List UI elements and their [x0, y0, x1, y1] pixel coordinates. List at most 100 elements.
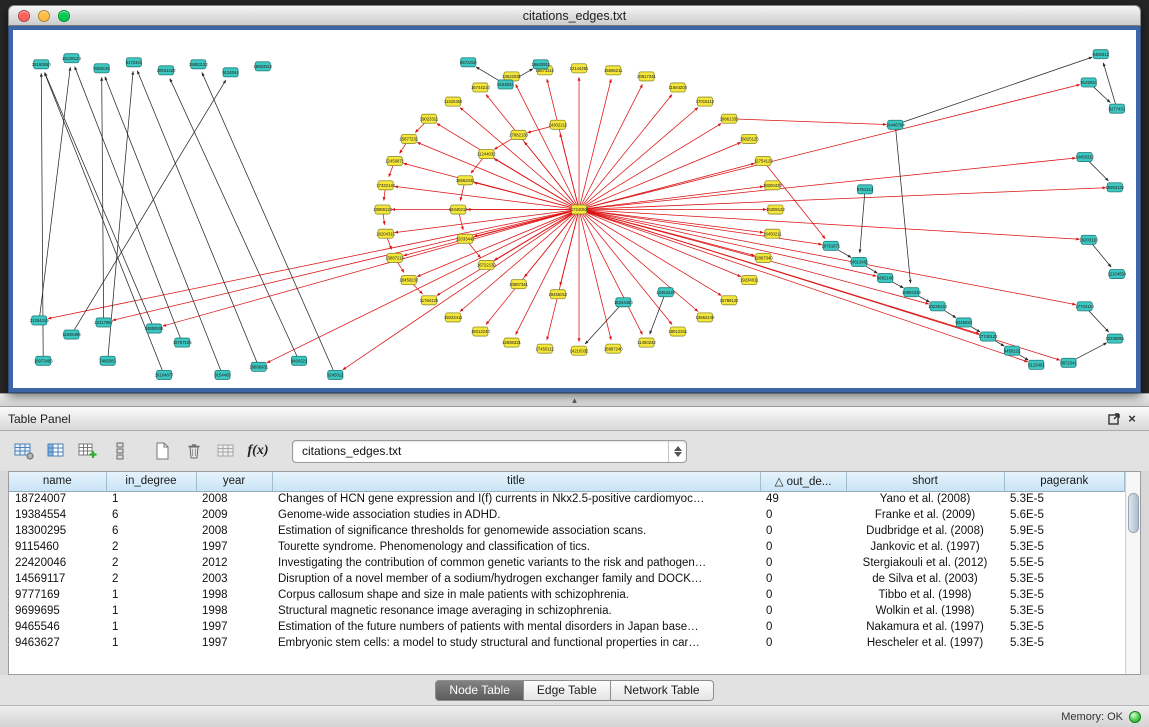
row-height-icon[interactable]: [106, 438, 134, 464]
float-panel-icon[interactable]: [1105, 410, 1123, 428]
graph-node[interactable]: 9245033: [956, 318, 973, 327]
divider-collapse-handle-icon[interactable]: ▴: [572, 397, 577, 403]
graph-node[interactable]: 16164877: [155, 370, 174, 379]
graph-node[interactable]: 7485083: [99, 356, 116, 365]
graph-node[interactable]: 11450232: [637, 338, 656, 347]
graph-node[interactable]: 16887240: [604, 344, 623, 353]
graph-node[interactable]: 12217987: [94, 318, 113, 327]
graph-node[interactable]: 13454223: [656, 288, 675, 297]
graph-node[interactable]: 11320450: [444, 97, 463, 106]
graph-node[interactable]: 16204315: [376, 229, 395, 238]
new-document-icon[interactable]: [148, 438, 176, 464]
zoom-window-button[interactable]: [58, 10, 70, 22]
graph-node[interactable]: 10887341: [509, 280, 528, 289]
minimize-window-button[interactable]: [38, 10, 50, 22]
graph-node[interactable]: 16450211: [763, 229, 782, 238]
table-row[interactable]: 1830029562008Estimation of significance …: [9, 523, 1125, 539]
graph-node[interactable]: 10235991: [1105, 334, 1124, 343]
table-row[interactable]: 1872400712008Changes of HCN gene express…: [9, 491, 1125, 507]
table-row[interactable]: 977716911998Corpus callosum shape and si…: [9, 587, 1125, 603]
graph-node[interactable]: 19312240: [471, 327, 490, 336]
table-scrollbar-thumb[interactable]: [1128, 493, 1139, 533]
select-columns-icon[interactable]: [42, 438, 70, 464]
graph-node[interactable]: 17882130: [509, 130, 528, 139]
graph-node[interactable]: 9277431: [1109, 104, 1126, 113]
graph-node[interactable]: 8872341: [1060, 358, 1077, 367]
graph-node[interactable]: 12144281: [570, 64, 589, 73]
graph-node[interactable]: 17703110: [1075, 302, 1094, 311]
graph-node[interactable]: 15788122: [720, 296, 739, 305]
column-header-pagerank[interactable]: pagerank: [1004, 472, 1125, 491]
graph-node[interactable]: 16791971: [821, 241, 840, 250]
graph-node[interactable]: 9450122: [1004, 346, 1021, 355]
graph-node[interactable]: 15566211: [604, 66, 623, 75]
graph-node[interactable]: 10988123: [373, 205, 392, 214]
table-row[interactable]: 1938455462009Genome-wide association stu…: [9, 507, 1125, 523]
function-builder-icon[interactable]: f(x): [244, 438, 272, 464]
graph-node[interactable]: 15953122: [1105, 183, 1124, 192]
graph-node[interactable]: 16722130: [477, 260, 496, 269]
graph-node[interactable]: 9862140: [877, 274, 894, 283]
column-header-out-de[interactable]: △ out_de...: [760, 472, 846, 491]
graph-node[interactable]: 12033441: [456, 234, 475, 243]
table-row[interactable]: 969969511998Structural magnetic resonanc…: [9, 603, 1125, 619]
graph-node[interactable]: 12450871: [385, 157, 404, 166]
graph-node[interactable]: 9305135: [93, 64, 110, 73]
table-row[interactable]: 1456911722003Disruption of a novel membe…: [9, 571, 1125, 587]
column-header-short[interactable]: short: [846, 472, 1004, 491]
graph-node[interactable]: 15023411: [444, 313, 463, 322]
graph-node[interactable]: 18440212: [449, 205, 468, 214]
graph-node[interactable]: 20531420: [157, 66, 176, 75]
graph-node[interactable]: 19023311: [420, 114, 439, 123]
table-mode-icon[interactable]: [10, 438, 38, 464]
graph-node[interactable]: 13562240: [696, 313, 715, 322]
column-header-name[interactable]: name: [9, 472, 106, 491]
graph-node[interactable]: 17015112: [696, 97, 715, 106]
graph-node[interactable]: 15344450: [614, 298, 633, 307]
graph-node[interactable]: 18757105: [173, 338, 192, 347]
tab-node-table[interactable]: Node Table: [435, 680, 524, 701]
graph-canvas[interactable]: 1724052153091221820043212754123160251251…: [13, 30, 1136, 388]
graph-node[interactable]: 15877231: [399, 134, 418, 143]
graph-node[interactable]: 16446794: [886, 120, 905, 129]
graph-node[interactable]: 11244032: [477, 150, 496, 159]
close-panel-icon[interactable]: ×: [1123, 410, 1141, 428]
graph-node[interactable]: 10886931: [249, 362, 268, 371]
import-table-icon[interactable]: [212, 438, 240, 464]
graph-node[interactable]: 14210332: [570, 346, 589, 355]
graph-node[interactable]: 16025125: [740, 134, 759, 143]
table-selector-dropdown[interactable]: citations_edges.txt: [292, 440, 687, 463]
network-window-titlebar[interactable]: citations_edges.txt: [8, 5, 1141, 26]
column-header-in-degree[interactable]: in_degree: [106, 472, 196, 491]
graph-node[interactable]: 14450312: [1075, 153, 1094, 162]
delete-icon[interactable]: [180, 438, 208, 464]
table-scrollbar[interactable]: [1125, 472, 1140, 674]
graph-node[interactable]: 21254419: [30, 316, 49, 325]
graph-node[interactable]: 18200432: [763, 181, 782, 190]
table-row[interactable]: 946362711997Embryonic stem cells: a mode…: [9, 635, 1125, 651]
tab-edge-table[interactable]: Edge Table: [524, 680, 611, 701]
graph-node[interactable]: 11548498: [62, 330, 81, 339]
graph-node[interactable]: 16744210: [471, 83, 490, 92]
graph-node[interactable]: 9134044: [222, 68, 239, 77]
graph-node[interactable]: 20817341: [637, 72, 656, 81]
graph-node[interactable]: 11684203: [669, 83, 688, 92]
graph-node[interactable]: 16083312: [253, 62, 272, 71]
graph-node[interactable]: 17450112: [536, 344, 555, 353]
graph-node[interactable]: 9125034: [1080, 78, 1097, 87]
graph-node[interactable]: 13887210: [385, 253, 404, 262]
graph-node[interactable]: 18012341: [668, 327, 687, 336]
graph-node[interactable]: 8572310: [460, 58, 477, 67]
graph-node[interactable]: 18450233: [399, 276, 418, 285]
column-header-year[interactable]: year: [196, 472, 272, 491]
graph-node[interactable]: 12104554: [1107, 270, 1126, 279]
graph-node[interactable]: 8172341: [126, 58, 143, 67]
graph-node[interactable]: 9464221: [291, 356, 308, 365]
graph-node[interactable]: 19861332: [720, 114, 739, 123]
graph-node[interactable]: 17740123: [979, 332, 998, 341]
graph-node[interactable]: 1724052: [571, 205, 588, 214]
graph-node[interactable]: 16203110: [1079, 235, 1098, 244]
column-header-title[interactable]: title: [272, 472, 760, 491]
graph-node[interactable]: 19853122: [189, 60, 208, 69]
graph-node[interactable]: 9450312: [1093, 50, 1110, 59]
